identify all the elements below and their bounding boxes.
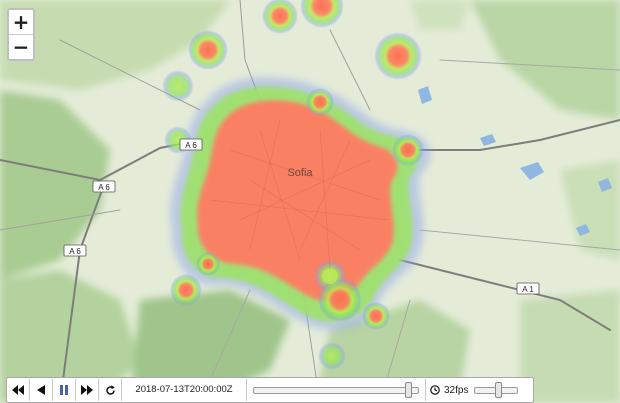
fps-control: 32fps (426, 379, 519, 401)
timestamp-display: 2018-07-13T20:00:00Z (122, 379, 247, 401)
zoom-in-button[interactable]: + (9, 10, 33, 34)
fast-forward-icon (81, 385, 93, 395)
step-back-icon (37, 385, 45, 395)
svg-text:A 6: A 6 (69, 247, 81, 256)
timeline-slider[interactable] (247, 379, 426, 401)
svg-text:A 6: A 6 (98, 183, 110, 192)
fps-slider[interactable] (474, 379, 519, 401)
road-shield-a6-west: A 6 (92, 180, 116, 193)
svg-text:A 1: A 1 (522, 285, 534, 294)
timeline-slider-thumb[interactable] (405, 382, 412, 398)
fps-slider-thumb[interactable] (495, 382, 503, 398)
city-label: Sofia (287, 167, 313, 179)
pause-button[interactable] (53, 379, 76, 401)
reload-icon (105, 384, 115, 395)
time-player-control: 2018-07-13T20:00:00Z 32fps (6, 377, 534, 403)
road-shield-a1-east: A 1 (516, 282, 540, 295)
clock-icon (430, 385, 440, 395)
fast-forward-button[interactable] (76, 379, 99, 401)
zoom-control: + − (7, 8, 35, 61)
step-back-button[interactable] (30, 379, 53, 401)
pause-icon (60, 385, 68, 395)
fps-label: 32fps (444, 384, 469, 396)
svg-text:A 6: A 6 (185, 141, 197, 150)
reload-button[interactable] (99, 379, 122, 401)
zoom-out-button[interactable]: − (9, 34, 33, 59)
map-canvas[interactable]: Sofia A 6 A 6 A 6 A 1 (0, 0, 620, 403)
road-shield-a6-south: A 6 (63, 244, 87, 257)
road-shield-a6-north: A 6 (179, 138, 203, 151)
skip-to-start-button[interactable] (7, 379, 30, 401)
skip-back-icon (12, 385, 24, 395)
